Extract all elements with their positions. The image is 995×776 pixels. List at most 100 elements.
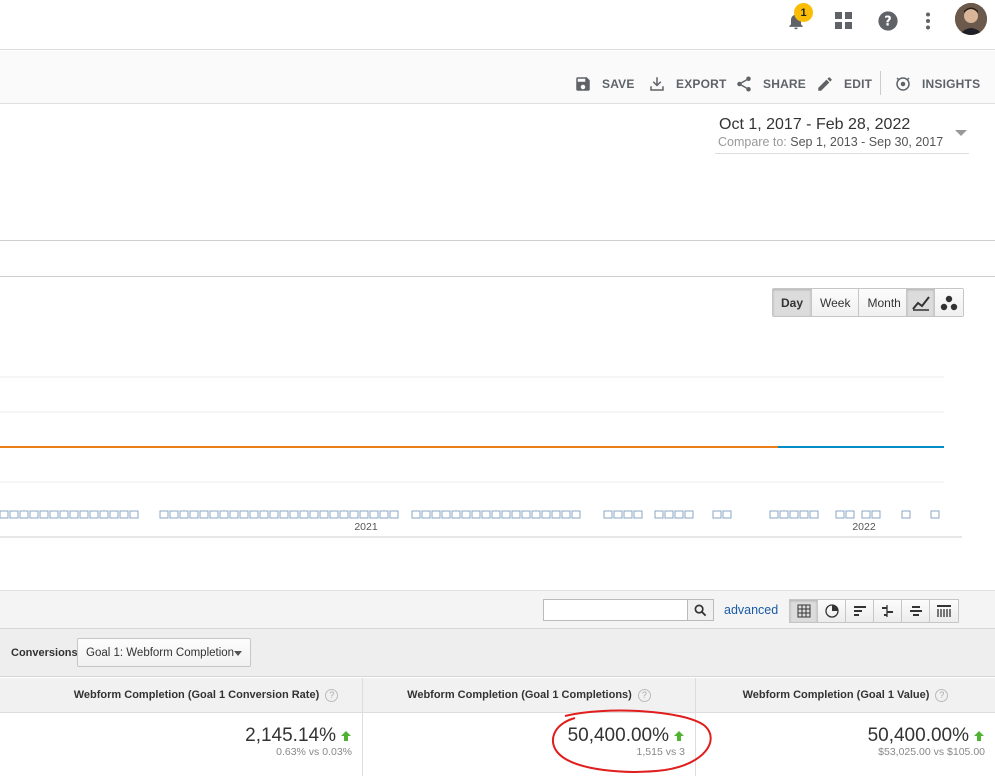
annotation-marker[interactable] [541, 510, 551, 519]
annotation-marker[interactable] [809, 510, 819, 519]
share-button[interactable]: SHARE [735, 73, 806, 95]
comparison-view-button[interactable] [874, 600, 902, 622]
annotation-marker[interactable] [199, 510, 209, 519]
annotation-marker[interactable] [379, 510, 389, 519]
save-button[interactable]: SAVE [574, 73, 635, 95]
annotation-marker[interactable] [179, 510, 189, 519]
annotation-marker[interactable] [239, 510, 249, 519]
pie-view-button[interactable] [818, 600, 846, 622]
annotation-marker[interactable] [861, 510, 871, 519]
annotation-marker[interactable] [511, 510, 521, 519]
annotation-marker[interactable] [99, 510, 109, 519]
annotation-marker[interactable] [89, 510, 99, 519]
annotation-marker[interactable] [19, 510, 29, 519]
search-input[interactable] [544, 600, 687, 620]
annotation-marker[interactable] [551, 510, 561, 519]
date-range-picker[interactable]: Oct 1, 2017 - Feb 28, 2022 Compare to: S… [715, 114, 969, 154]
notifications-button[interactable]: 1 [779, 3, 813, 38]
export-button[interactable]: EXPORT [648, 73, 727, 95]
annotation-marker[interactable] [309, 510, 319, 519]
annotation-marker[interactable] [461, 510, 471, 519]
annotation-marker[interactable] [9, 510, 19, 519]
annotation-marker[interactable] [779, 510, 789, 519]
annotation-marker[interactable] [501, 510, 511, 519]
term-cloud-view-button[interactable] [902, 600, 930, 622]
annotation-marker[interactable] [654, 510, 664, 519]
annotation-marker[interactable] [441, 510, 451, 519]
annotation-marker[interactable] [249, 510, 259, 519]
annotation-marker[interactable] [431, 510, 441, 519]
motion-chart-button[interactable] [935, 289, 963, 316]
annotation-marker[interactable] [159, 510, 169, 519]
annotation-marker[interactable] [571, 510, 581, 519]
annotation-marker[interactable] [531, 510, 541, 519]
annotation-marker[interactable] [633, 510, 643, 519]
annotation-marker[interactable] [109, 510, 119, 519]
annotation-marker[interactable] [279, 510, 289, 519]
annotation-marker[interactable] [561, 510, 571, 519]
annotation-marker[interactable] [339, 510, 349, 519]
annotation-marker[interactable] [411, 510, 421, 519]
annotation-marker[interactable] [209, 510, 219, 519]
annotation-marker[interactable] [289, 510, 299, 519]
annotation-marker[interactable] [49, 510, 59, 519]
annotation-marker[interactable] [603, 510, 613, 519]
pivot-view-button[interactable] [930, 600, 958, 622]
day-button[interactable]: Day [773, 289, 813, 316]
annotation-marker[interactable] [481, 510, 491, 519]
line-chart-button[interactable] [907, 289, 935, 316]
help-icon[interactable]: ? [935, 688, 949, 702]
more-options-button[interactable] [911, 4, 945, 38]
annotation-marker[interactable] [799, 510, 809, 519]
annotation-marker[interactable] [521, 510, 531, 519]
insights-button[interactable]: INSIGHTS [894, 73, 980, 95]
help-button[interactable]: ? [871, 4, 905, 38]
annotation-marker[interactable] [613, 510, 623, 519]
annotation-marker[interactable] [845, 510, 855, 519]
metric-header-conversion-rate[interactable]: Webform Completion (Goal 1 Conversion Ra… [0, 678, 363, 713]
search-button[interactable] [687, 600, 713, 620]
performance-view-button[interactable] [846, 600, 874, 622]
annotation-marker[interactable] [623, 510, 633, 519]
annotation-marker[interactable] [664, 510, 674, 519]
month-button[interactable]: Month [859, 289, 909, 316]
annotation-marker[interactable] [319, 510, 329, 519]
annotation-marker[interactable] [189, 510, 199, 519]
goal-select[interactable]: Goal 1: Webform Completion [77, 638, 251, 667]
annotation-marker[interactable] [129, 510, 139, 519]
annotation-marker[interactable] [789, 510, 799, 519]
annotation-marker[interactable] [930, 510, 940, 519]
annotation-marker[interactable] [901, 510, 911, 519]
annotation-marker[interactable] [769, 510, 779, 519]
annotation-marker[interactable] [722, 510, 732, 519]
annotation-marker[interactable] [39, 510, 49, 519]
annotation-marker[interactable] [29, 510, 39, 519]
annotation-marker[interactable] [349, 510, 359, 519]
annotation-marker[interactable] [471, 510, 481, 519]
annotation-marker[interactable] [451, 510, 461, 519]
annotation-marker[interactable] [259, 510, 269, 519]
annotation-marker[interactable] [389, 510, 399, 519]
annotation-marker[interactable] [219, 510, 229, 519]
annotation-marker[interactable] [119, 510, 129, 519]
annotation-marker[interactable] [269, 510, 279, 519]
edit-button[interactable]: EDIT [816, 73, 872, 95]
annotation-marker[interactable] [684, 510, 694, 519]
help-icon[interactable]: ? [637, 688, 651, 702]
apps-button[interactable] [827, 4, 861, 38]
metric-header-value[interactable]: Webform Completion (Goal 1 Value) ? [696, 678, 995, 713]
help-icon[interactable]: ? [325, 688, 339, 702]
annotation-marker[interactable] [421, 510, 431, 519]
annotation-marker[interactable] [79, 510, 89, 519]
data-table-view-button[interactable] [790, 600, 818, 622]
annotation-marker[interactable] [59, 510, 69, 519]
annotation-marker[interactable] [69, 510, 79, 519]
annotation-marker[interactable] [491, 510, 501, 519]
annotation-marker[interactable] [674, 510, 684, 519]
advanced-filter-link[interactable]: advanced [724, 603, 778, 617]
annotation-marker[interactable] [835, 510, 845, 519]
annotation-marker[interactable] [369, 510, 379, 519]
annotation-marker[interactable] [329, 510, 339, 519]
annotation-marker[interactable] [712, 510, 722, 519]
annotation-marker[interactable] [169, 510, 179, 519]
